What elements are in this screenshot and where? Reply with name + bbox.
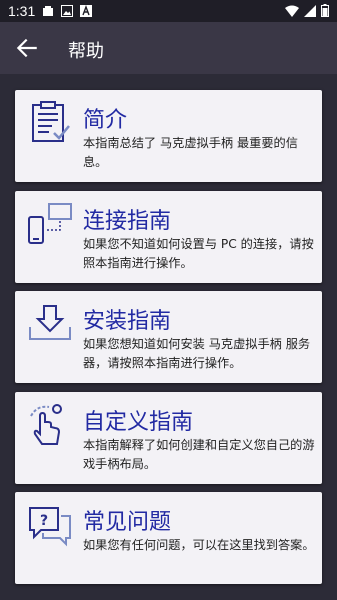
- card-description: 如果您不知道如何设置与 PC 的连接，请按照本指南进行操作。: [83, 237, 314, 270]
- card-title: 连接指南: [83, 209, 172, 234]
- signal-icon: [304, 4, 316, 17]
- status-time: 1:31: [8, 3, 36, 19]
- svg-text:?: ?: [40, 513, 48, 529]
- card-description: 本指南总结了 马克虚拟手柄 最重要的信息。: [83, 136, 298, 169]
- card-title: 简介: [83, 108, 128, 133]
- help-card-customize[interactable]: 自定义指南 本指南解释了如何创建和自定义您自己的游戏手柄布局。: [15, 392, 322, 484]
- download-tray-icon: [29, 305, 71, 340]
- help-card-faq[interactable]: ? 常见问题 如果您有任何问题，可以在这里找到答案。: [15, 492, 322, 584]
- page-title: 帮助: [68, 41, 104, 62]
- card-description: 如果您想知道如何安装 马克虚拟手柄 服务器，请按照本指南进行操作。: [83, 337, 311, 370]
- hand-tap-icon: [30, 404, 62, 445]
- document-check-icon: [32, 101, 70, 142]
- app-a-icon: [80, 5, 92, 17]
- card-description: 如果您有任何问题，可以在这里找到答案。: [83, 538, 315, 552]
- notification-icon: [43, 6, 53, 16]
- help-card-install[interactable]: 安装指南 如果您想知道如何安装 马克虚拟手柄 服务器，请按照本指南进行操作。: [15, 291, 322, 383]
- card-title: 常见问题: [83, 510, 172, 535]
- question-chat-icon: ?: [29, 507, 71, 547]
- card-title: 安装指南: [83, 309, 172, 334]
- wifi-icon: [285, 5, 299, 17]
- back-arrow-icon[interactable]: [14, 35, 40, 61]
- system-icons: [285, 4, 329, 17]
- notification-icons: [42, 5, 92, 17]
- app-bar: 帮助: [0, 22, 337, 74]
- help-card-intro[interactable]: 简介 本指南总结了 马克虚拟手柄 最重要的信息。: [15, 90, 322, 182]
- battery-icon: [321, 4, 329, 17]
- status-bar: 1:31: [0, 0, 337, 22]
- phone-monitor-connection-icon: [28, 203, 72, 244]
- card-title: 自定义指南: [83, 410, 194, 435]
- card-description: 本指南解释了如何创建和自定义您自己的游戏手柄布局。: [83, 438, 315, 471]
- image-icon: [61, 5, 73, 17]
- help-card-connection[interactable]: 连接指南 如果您不知道如何设置与 PC 的连接，请按照本指南进行操作。: [15, 191, 322, 283]
